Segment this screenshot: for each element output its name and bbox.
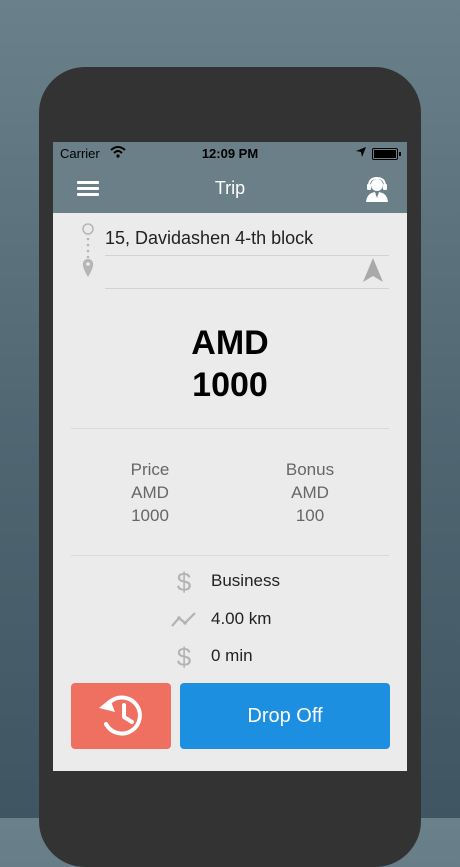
address-divider (105, 255, 389, 256)
price-label: Price (130, 460, 170, 479)
fare-total: AMD 1000 (53, 322, 407, 406)
battery-icon (372, 148, 401, 160)
fare-currency: AMD (191, 324, 269, 362)
price-currency: AMD (131, 483, 169, 502)
trip-distance: 4.00 km (211, 609, 272, 628)
app-screen: Carrier 12:09 PM Trip 15, Davidashen 4-t… (53, 142, 407, 771)
class-row: $ Business (53, 566, 407, 596)
car-class: Business (211, 571, 280, 590)
battery-nub (399, 152, 401, 156)
distance-row: 4.00 km (53, 604, 407, 634)
nav-bar: Trip (53, 164, 407, 213)
duration-row: $ 0 min (53, 641, 407, 671)
price-value: 1000 (131, 506, 169, 525)
battery-fill (374, 150, 396, 158)
history-icon (99, 695, 142, 736)
divider (71, 428, 389, 429)
support-agent-icon[interactable] (365, 176, 389, 202)
dollar-icon: $ (177, 643, 192, 669)
bonus-currency: AMD (291, 483, 329, 502)
divider (71, 555, 389, 556)
dollar-icon: $ (177, 568, 192, 594)
pickup-address: 15, Davidashen 4-th block (105, 228, 314, 248)
svg-text:$: $ (177, 568, 192, 594)
history-button[interactable] (71, 683, 171, 749)
fare-amount: 1000 (192, 366, 268, 404)
trip-address-section: 15, Davidashen 4-th block (53, 213, 407, 290)
route-icon (82, 223, 94, 277)
svg-text:$: $ (177, 643, 192, 669)
drop-off-button[interactable]: Drop Off (180, 683, 390, 749)
status-time: 12:09 PM (201, 146, 259, 161)
price-column: Price AMD 1000 (80, 458, 220, 527)
trip-duration: 0 min (211, 646, 253, 665)
navigation-arrow-icon[interactable] (361, 257, 385, 283)
bonus-label: Bonus (285, 460, 335, 479)
address-divider (105, 288, 389, 289)
page-title: Trip (214, 178, 246, 198)
location-arrow-icon (356, 147, 366, 157)
bonus-value: 100 (295, 506, 325, 525)
distance-trend-icon (171, 612, 196, 627)
bonus-column: Bonus AMD 100 (240, 458, 380, 527)
status-bar: Carrier 12:09 PM (53, 142, 407, 164)
